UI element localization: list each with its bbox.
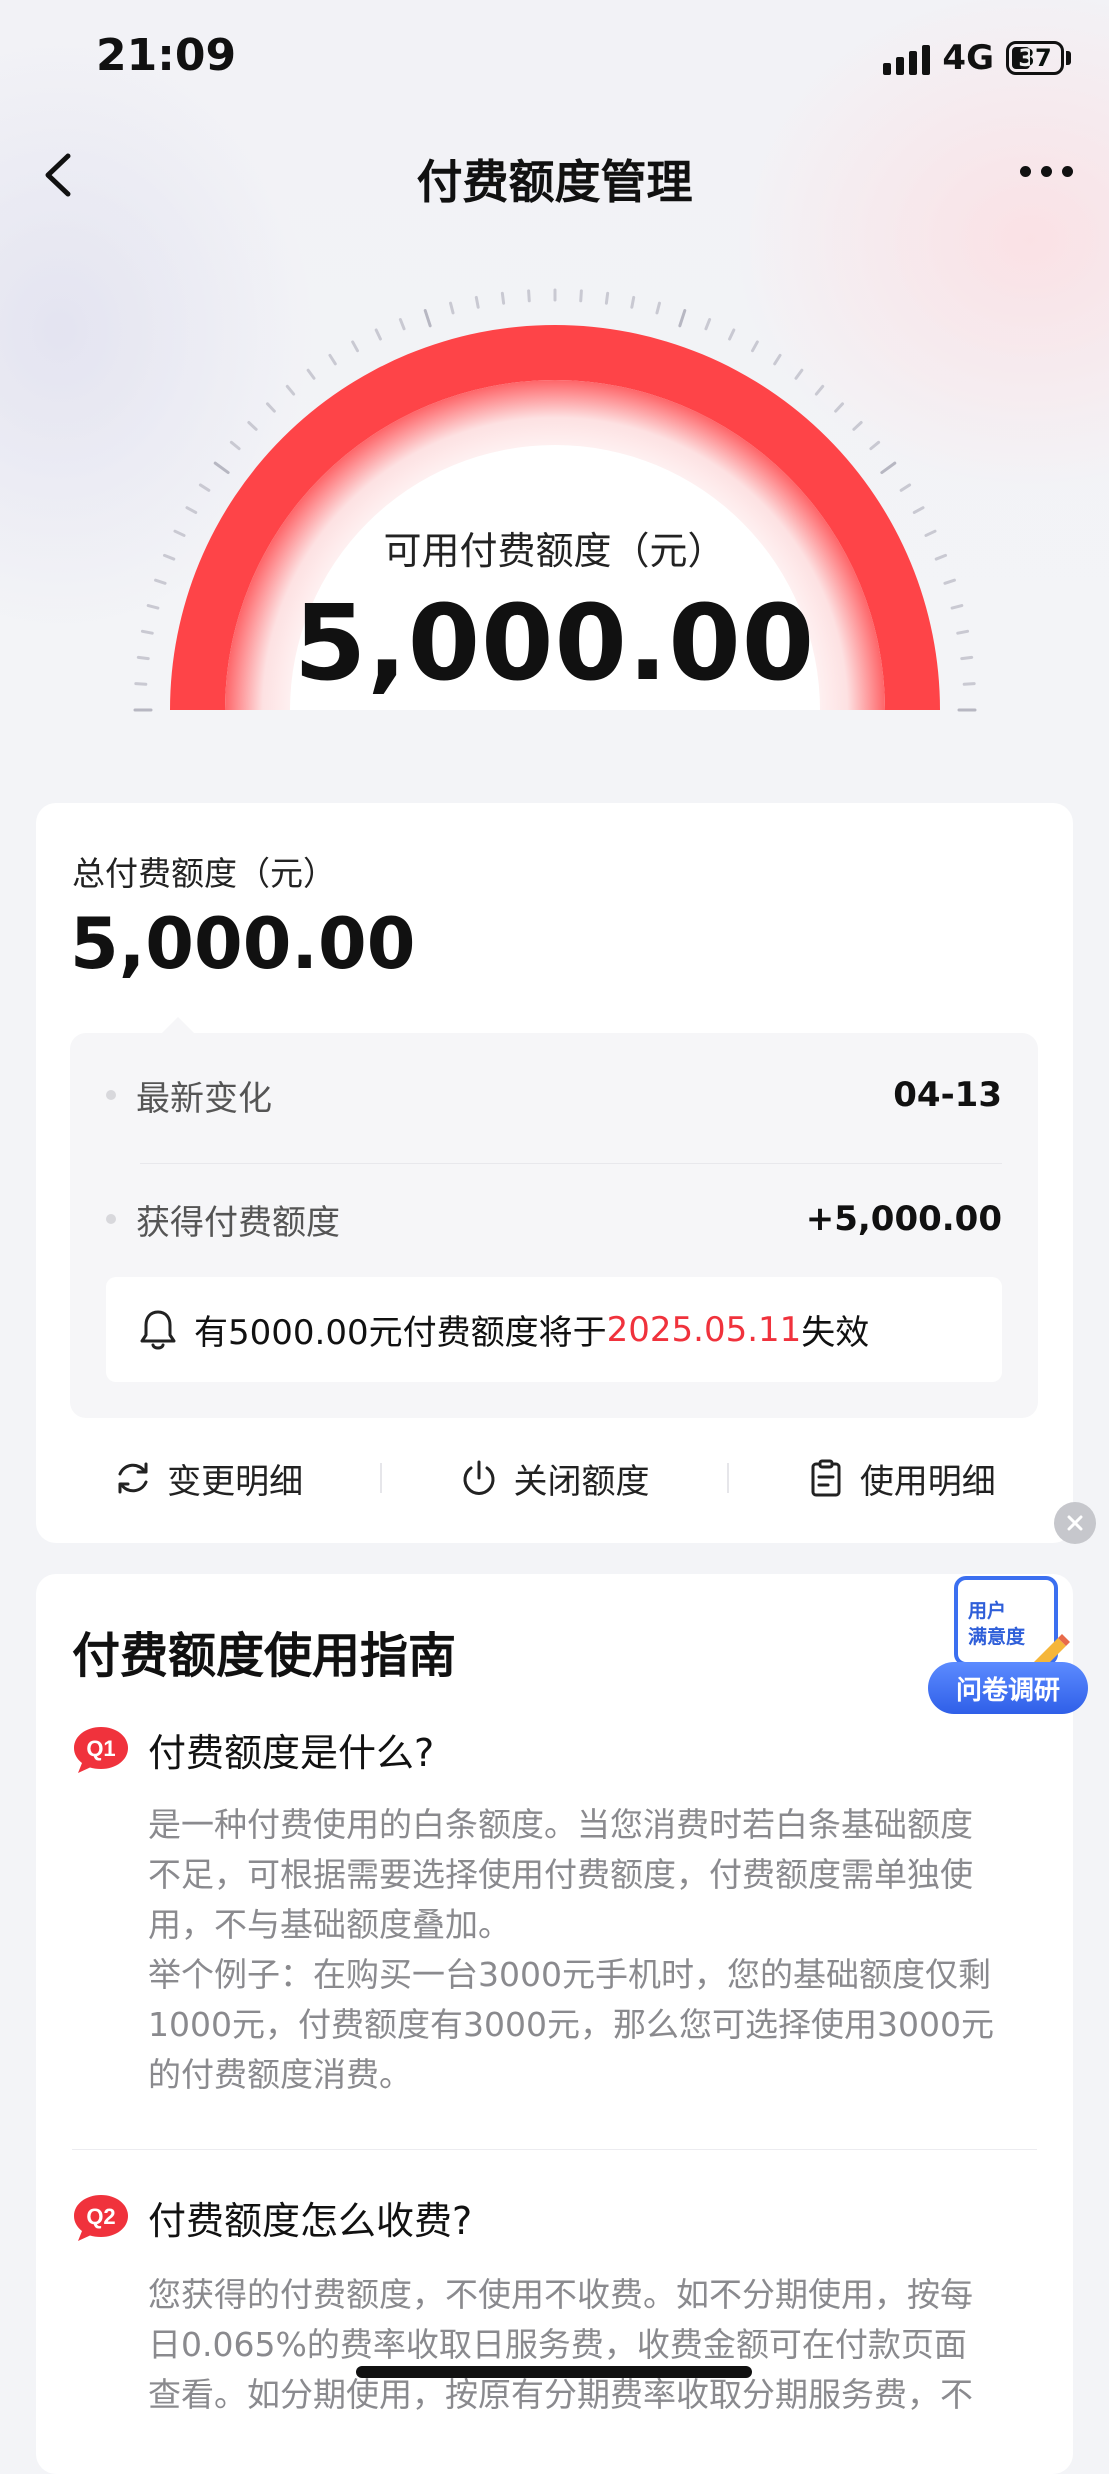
- usage-details-button[interactable]: 使用明细: [729, 1454, 1073, 1503]
- expiry-notice: 有5000.00元付费额度将于 2025.05.11 失效: [106, 1277, 1002, 1382]
- battery-level: 37: [1018, 44, 1052, 72]
- home-indicator: [356, 2366, 752, 2378]
- survey-widget[interactable]: 用户 满意度 问卷调研: [928, 1576, 1088, 1716]
- available-quota-label: 可用付费额度（元）: [383, 529, 726, 573]
- close-icon[interactable]: [1054, 1502, 1096, 1544]
- survey-line2: 满意度: [968, 1626, 1026, 1648]
- obtained-quota-row: 获得付费额度 +5,000.00: [106, 1189, 1002, 1249]
- answer-line: 举个例子：在购买一台3000元手机时，您的基础额度仅剩: [148, 1955, 991, 1994]
- answer-line: 不足，可根据需要选择使用付费额度，付费额度需单独使: [148, 1855, 973, 1894]
- faq-question[interactable]: Q2 付费额度怎么收费?: [72, 2190, 472, 2245]
- faq-question-text: 付费额度是什么?: [148, 1731, 435, 1775]
- faq-question[interactable]: Q1 付费额度是什么?: [72, 1722, 434, 1777]
- change-details-label: 变更明细: [167, 1461, 304, 1502]
- faq-answer: 是一种付费使用的白条额度。当您消费时若白条基础额度 不足，可根据需要选择使用付费…: [148, 1800, 1073, 2100]
- notice-date: 2025.05.11: [606, 1309, 802, 1350]
- q2-badge: Q2: [86, 2204, 115, 2229]
- signal-icon: [883, 41, 931, 75]
- usage-details-label: 使用明细: [859, 1461, 996, 1502]
- answer-line: 是一种付费使用的白条额度。当您消费时若白条基础额度: [148, 1805, 973, 1844]
- close-quota-label: 关闭额度: [513, 1461, 650, 1502]
- total-quota-value: 5,000.00: [70, 903, 416, 985]
- close-quota-button[interactable]: 关闭额度: [382, 1454, 726, 1503]
- latest-change-label: 最新变化: [136, 1078, 272, 1119]
- q2-badge-icon: Q2: [74, 2194, 128, 2241]
- faq-question-text: 付费额度怎么收费?: [148, 2199, 473, 2243]
- q1-badge-icon: Q1: [74, 1726, 128, 1773]
- network-type: 4G: [942, 38, 994, 78]
- more-icon[interactable]: [1020, 166, 1073, 177]
- answer-line: 的付费额度消费。: [148, 2055, 412, 2094]
- status-time: 21:09: [96, 30, 237, 81]
- available-quota-value: 5,000.00: [293, 582, 816, 704]
- answer-line: 1000元，付费额度有3000元，那么您可选择使用3000元: [148, 2005, 994, 2044]
- answer-line: 您获得的付费额度，不使用不收费。如不分期使用，按每: [148, 2275, 973, 2314]
- survey-button[interactable]: 问卷调研: [928, 1662, 1088, 1714]
- divider: [72, 2149, 1037, 2150]
- obtained-quota-label: 获得付费额度: [136, 1202, 340, 1243]
- clipboard-icon: [811, 1459, 841, 1497]
- total-quota-label: 总付费额度（元）: [72, 854, 336, 893]
- quota-detail-panel: 最新变化 04-13 获得付费额度 +5,000.00 有5000.00元付费额…: [70, 1017, 1038, 1418]
- latest-change-value: 04-13: [893, 1075, 1002, 1115]
- change-details-button[interactable]: 变更明细: [36, 1454, 380, 1503]
- page-title: 付费额度管理: [416, 155, 693, 209]
- obtained-quota-value: +5,000.00: [805, 1199, 1002, 1239]
- status-indicators: 4G 37: [883, 38, 1071, 78]
- bell-icon: [140, 1310, 176, 1349]
- answer-line: 用，不与基础额度叠加。: [148, 1905, 511, 1944]
- battery-icon: 37: [1006, 41, 1064, 75]
- notice-suffix: 失效: [801, 1313, 870, 1353]
- usage-guide-card: 付费额度使用指南 Q1 付费额度是什么? 是一种付费使用的白条额度。当您消费时若…: [36, 1574, 1073, 2474]
- notice-prefix: 有5000.00元付费额度将于: [194, 1313, 607, 1353]
- q1-badge: Q1: [86, 1736, 115, 1761]
- power-icon: [464, 1460, 495, 1495]
- guide-title: 付费额度使用指南: [72, 1628, 457, 1684]
- faq-answer: 您获得的付费额度，不使用不收费。如不分期使用，按每 日0.065%的费率收取日服…: [148, 2270, 1073, 2420]
- survey-line1: 用户: [968, 1600, 1007, 1622]
- quota-summary-card: 总付费额度（元） 5,000.00 最新变化 04-13 获得付费额度 +5,0…: [36, 803, 1073, 1543]
- refresh-icon: [118, 1462, 148, 1494]
- answer-line: 日0.065%的费率收取日服务费，收费金额可在付款页面: [148, 2325, 967, 2364]
- action-bar: 变更明细 关闭额度 使用明细: [36, 1443, 1073, 1513]
- latest-change-row: 最新变化 04-13: [106, 1065, 1002, 1125]
